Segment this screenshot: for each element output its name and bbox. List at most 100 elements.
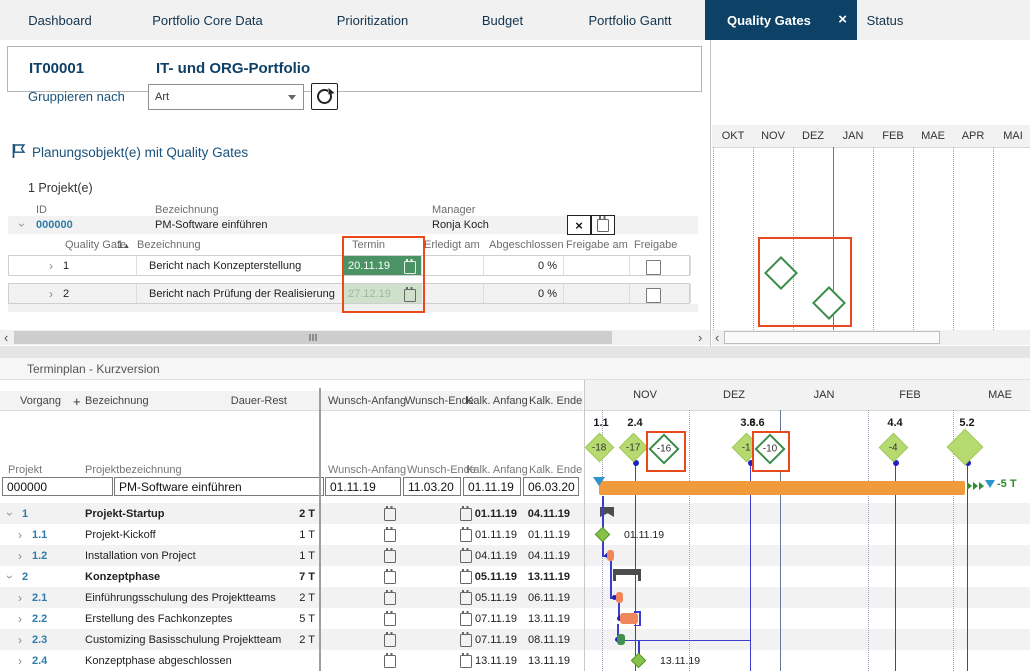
qg-table-scrollbar[interactable]: ‹ › bbox=[0, 330, 710, 345]
tab-label: Status bbox=[866, 12, 904, 28]
gantt-month-label: DEZ bbox=[723, 389, 745, 401]
calendar-icon[interactable] bbox=[404, 258, 416, 274]
terminplan-section: Vorgang + Bezeichnung Dauer-Rest Wunsch-… bbox=[0, 380, 1030, 671]
gate-cell bbox=[563, 256, 630, 275]
milestone-stem bbox=[895, 464, 896, 671]
terminplan-header: Terminplan - Kurzversion bbox=[0, 358, 1030, 380]
gate-freigabe-checkbox[interactable] bbox=[646, 259, 661, 275]
gate-name: Bericht nach Prüfung der Realisierung bbox=[149, 288, 335, 300]
calendar-icon[interactable] bbox=[404, 286, 416, 302]
gantt-month-label: FEB bbox=[899, 389, 921, 401]
end-chevron-icon bbox=[979, 482, 984, 490]
project-bar[interactable] bbox=[599, 481, 965, 495]
timeline-month-label: OKT bbox=[721, 130, 745, 142]
summary-bar[interactable] bbox=[613, 569, 641, 575]
scroll-left-arrow[interactable]: ‹ bbox=[715, 330, 719, 345]
task-bar[interactable] bbox=[620, 613, 638, 624]
tab-label: Portfolio Gantt bbox=[588, 12, 672, 28]
milestone-label: 2.4 bbox=[627, 417, 643, 429]
gate-expand-chevron[interactable]: › bbox=[49, 288, 53, 300]
task-milestone-diamond[interactable] bbox=[594, 526, 610, 543]
timeline-month-label: JAN bbox=[842, 130, 864, 142]
gate-freigabe-checkbox[interactable] bbox=[646, 287, 661, 303]
gantt-month-label: MAE bbox=[988, 389, 1012, 401]
timeline-gridline bbox=[953, 147, 954, 330]
milestone-diamond[interactable]: -18 bbox=[584, 432, 614, 462]
tab-portfolio-core-data[interactable]: Portfolio Core Data bbox=[120, 0, 295, 40]
scroll-left-arrow[interactable]: ‹ bbox=[4, 330, 8, 345]
gate-number: 2 bbox=[63, 288, 70, 300]
gate-termin-cell[interactable]: 20.11.19 bbox=[343, 256, 421, 275]
gate-diamond[interactable] bbox=[812, 286, 846, 320]
task-date-label: 01.11.19 bbox=[624, 528, 665, 541]
scrollbar-thumb[interactable] bbox=[724, 331, 940, 344]
stem-dot bbox=[747, 460, 754, 466]
gantt-month-label: JAN bbox=[813, 389, 835, 401]
gate-expand-chevron[interactable]: › bbox=[49, 260, 53, 272]
scrollbar-thumb[interactable] bbox=[14, 331, 612, 344]
filler-row bbox=[8, 304, 698, 312]
task-bar[interactable] bbox=[617, 634, 625, 645]
gantt-month-label: NOV bbox=[633, 389, 657, 401]
gantt-gridline bbox=[868, 410, 869, 671]
milestone-label: 1.1 bbox=[593, 417, 609, 429]
tab-budget[interactable]: Budget bbox=[450, 0, 555, 40]
timeline-gridline bbox=[793, 147, 794, 330]
timeline-month-label: FEB bbox=[882, 130, 904, 142]
summary-hook bbox=[613, 575, 616, 581]
tab-label: Portfolio Core Data bbox=[152, 12, 263, 28]
tab-label: Budget bbox=[481, 12, 524, 28]
timeline-scrollbar[interactable]: ‹ bbox=[712, 330, 1030, 345]
timeline-gridline bbox=[873, 147, 874, 330]
task-milestone-diamond[interactable] bbox=[630, 652, 646, 669]
milestone-label: 5.2 bbox=[959, 417, 975, 429]
terminplan-title: Terminplan - Kurzversion bbox=[27, 362, 160, 376]
gate-row: › 2 Bericht nach Prüfung der Realisierung 2… bbox=[8, 283, 691, 304]
qg-timeline-panel: OKT NOV DEZ JAN FEB MAE APR MAI ‹ bbox=[712, 40, 1030, 346]
end-chevron-icon bbox=[973, 482, 978, 490]
section-separator bbox=[0, 346, 1030, 358]
milestone-diamond[interactable]: -4 bbox=[878, 432, 908, 462]
gantt-gridline bbox=[689, 410, 690, 671]
tab-dashboard[interactable]: Dashboard bbox=[0, 0, 120, 40]
tab-prioritization[interactable]: Prioritization bbox=[295, 0, 450, 40]
milestone-stem bbox=[967, 464, 968, 671]
milestone-diamond[interactable]: -17 bbox=[618, 432, 648, 462]
timeline-gridline bbox=[753, 147, 754, 330]
connector-line bbox=[602, 541, 604, 556]
timeline-month-label: MAI bbox=[1003, 130, 1023, 142]
connector-line bbox=[610, 561, 612, 598]
project-bar-start-marker bbox=[593, 477, 605, 486]
gate-termin-cell[interactable]: 27.12.19 bbox=[343, 284, 421, 303]
tab-portfolio-gantt[interactable]: Portfolio Gantt bbox=[555, 0, 705, 40]
timeline-gridline bbox=[993, 147, 994, 330]
gate-cell bbox=[563, 284, 630, 303]
top-nav: Dashboard Portfolio Core Data Prioritizati… bbox=[0, 0, 1030, 40]
tab-quality-gates[interactable]: Quality Gates × bbox=[705, 0, 857, 40]
connector-line bbox=[625, 639, 751, 641]
task-bar[interactable] bbox=[607, 550, 614, 561]
milestone-label: 4.4 bbox=[887, 417, 903, 429]
quality-gates-page: Dashboard Portfolio Core Data Prioritizati… bbox=[0, 0, 1030, 671]
gate-diamond[interactable]: -16 bbox=[648, 433, 680, 465]
tab-label: Dashboard bbox=[28, 12, 92, 28]
table-section-divider bbox=[319, 388, 321, 671]
tab-status[interactable]: Status bbox=[845, 0, 925, 40]
task-bar[interactable] bbox=[616, 592, 623, 603]
gate-number: 1 bbox=[63, 260, 70, 272]
timeline-month-label: NOV bbox=[761, 130, 785, 142]
summary-hook bbox=[638, 575, 641, 581]
timeline-gridline bbox=[913, 147, 914, 330]
timeline-month-label: DEZ bbox=[802, 130, 824, 142]
gate-rows: › 1 Bericht nach Konzepterstellung 20.11.19… bbox=[0, 40, 710, 346]
gate-termin-date: 27.12.19 bbox=[348, 288, 391, 300]
gate-abgeschlossen-value: 0 % bbox=[538, 260, 557, 272]
milestone-label: 3.6 bbox=[749, 417, 765, 429]
tab-label: Prioritization bbox=[336, 12, 409, 28]
gate-termin-date: 20.11.19 bbox=[348, 260, 391, 272]
gate-cell bbox=[421, 256, 484, 275]
scroll-right-arrow[interactable]: › bbox=[698, 330, 702, 345]
connector-line bbox=[634, 624, 640, 626]
timeline-gridline bbox=[713, 147, 714, 330]
gate-abgeschlossen-value: 0 % bbox=[538, 288, 557, 300]
